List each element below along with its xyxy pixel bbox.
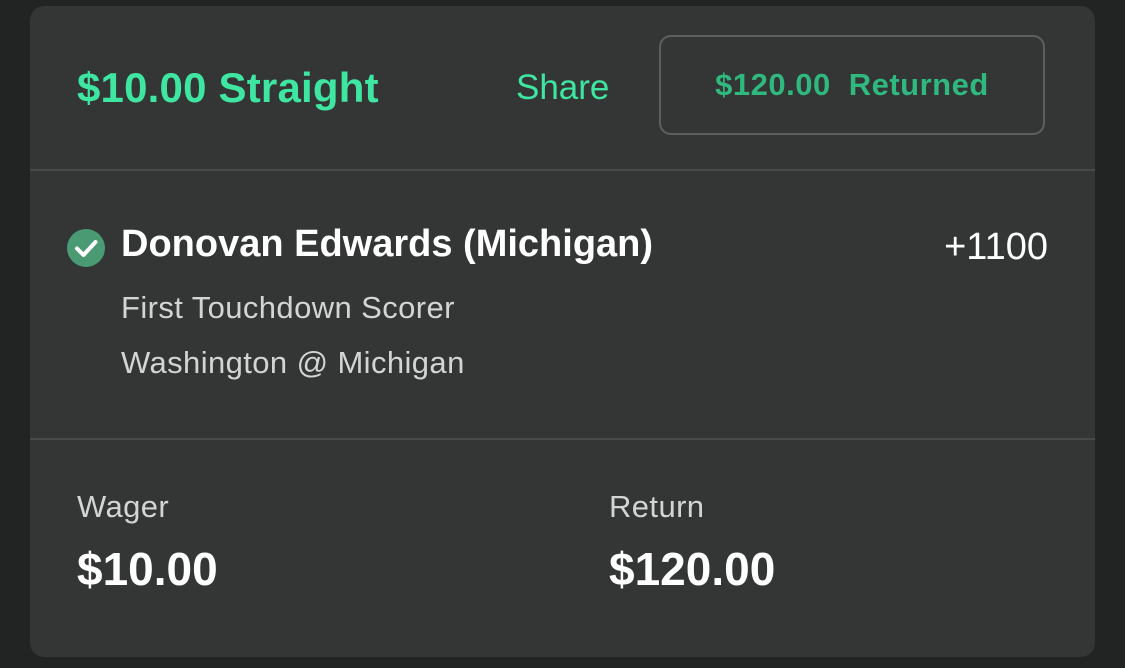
returned-amount: $120.00 [715, 67, 831, 102]
wager-label: Wager [77, 489, 170, 524]
bet-title: $10.00 Straight [77, 64, 379, 111]
wager-value: $10.00 [77, 543, 218, 595]
return-value: $120.00 [609, 543, 776, 595]
check-circle-icon [67, 229, 105, 267]
selection-player: Donovan Edwards (Michigan) [121, 223, 654, 265]
selection-event: Washington @ Michigan [121, 345, 465, 380]
selection-odds: +1100 [944, 226, 1048, 268]
selection-market: First Touchdown Scorer [121, 290, 455, 325]
returned-label: Returned [848, 67, 989, 102]
returned-badge: $120.00 Returned [659, 35, 1045, 135]
share-button[interactable]: Share [516, 68, 609, 108]
bet-selection: Donovan Edwards (Michigan) +1100 First T… [30, 171, 1095, 439]
bet-header: $10.00 Straight Share $120.00 Returned [30, 6, 1095, 169]
selection-divider [30, 438, 1095, 440]
bet-card: $10.00 Straight Share $120.00 Returned D… [30, 6, 1095, 657]
bet-summary: Wager $10.00 Return $120.00 [30, 441, 1095, 657]
return-label: Return [609, 489, 705, 524]
